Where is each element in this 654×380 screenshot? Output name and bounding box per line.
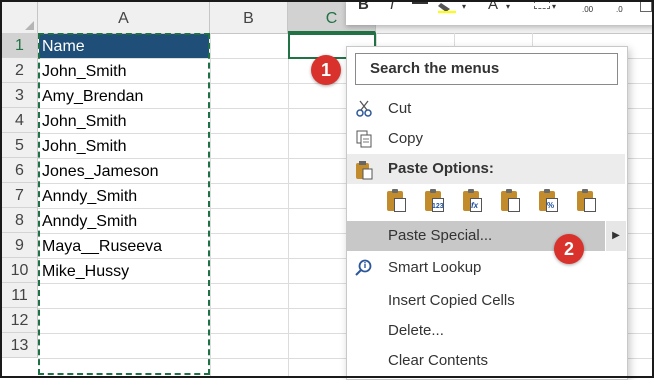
row-header-3[interactable]: 3 — [2, 83, 38, 108]
menu-item-delete[interactable]: Delete... — [347, 316, 625, 346]
menu-item-insert-copied-cells[interactable]: Insert Copied Cells — [347, 286, 625, 316]
menu-item-label: Copy — [388, 130, 424, 147]
row-header-5[interactable]: 5 — [2, 133, 38, 158]
paste-options-row: 123 fx % — [385, 189, 605, 217]
menu-item-cut[interactable]: Cut — [347, 94, 625, 124]
paste-link-icon[interactable] — [575, 189, 599, 215]
row-header-6[interactable]: 6 — [2, 158, 38, 183]
menu-item-label: Insert Copied Cells — [388, 292, 515, 309]
row-header-9[interactable]: 9 — [2, 233, 38, 258]
paste-formulas-icon[interactable]: fx — [461, 189, 485, 215]
search-menus-field[interactable]: Search the menus — [355, 53, 618, 85]
row-header-1[interactable]: 1 — [2, 33, 38, 58]
callout-badge-1: 1 — [311, 55, 341, 85]
menu-item-label: Clear Contents — [388, 352, 489, 369]
paste-options-label: Paste Options: — [388, 160, 494, 177]
decrease-decimal-button[interactable]: .0 — [616, 5, 623, 14]
chevron-down-icon[interactable]: ▾ — [552, 2, 556, 11]
menu-item-label: Cut — [388, 100, 412, 117]
chevron-down-icon[interactable]: ▾ — [506, 2, 510, 11]
context-menu: Search the menus Cut Copy Paste Options:… — [346, 46, 628, 380]
select-all-triangle-icon — [25, 21, 34, 30]
submenu-arrow-icon[interactable]: ▶ — [605, 221, 626, 251]
fill-color-icon[interactable] — [438, 0, 456, 13]
gridline-v — [210, 33, 211, 376]
increase-decimal-button[interactable]: .00 — [582, 5, 593, 14]
row-header-4[interactable]: 4 — [2, 108, 38, 133]
bold-button[interactable]: B — [358, 0, 369, 13]
row-header-8[interactable]: 8 — [2, 208, 38, 233]
column-header-b[interactable]: B — [210, 2, 288, 33]
row-header-2[interactable]: 2 — [2, 58, 38, 83]
menu-item-clear-contents[interactable]: Clear Contents — [347, 346, 625, 376]
clipboard-icon — [355, 160, 373, 180]
paste-formatting-icon[interactable]: % — [537, 189, 561, 215]
font-color-button[interactable]: A — [488, 0, 498, 13]
scissors-icon — [355, 100, 373, 118]
column-header-a[interactable]: A — [38, 2, 210, 33]
italic-button[interactable]: I — [390, 0, 394, 13]
chevron-down-icon[interactable]: ▾ — [462, 2, 466, 11]
row-header-13[interactable]: 13 — [2, 333, 38, 358]
paste-icon[interactable] — [385, 189, 409, 215]
copy-marquee — [38, 33, 210, 375]
format-painter-icon[interactable] — [640, 0, 652, 12]
row-header-11[interactable]: 11 — [2, 283, 38, 308]
menu-item-label: Delete... — [388, 322, 444, 339]
paste-options-header: Paste Options: — [347, 154, 625, 184]
paste-values-icon[interactable]: 123 — [423, 189, 447, 215]
select-all-button[interactable] — [2, 2, 38, 33]
menu-item-smart-lookup[interactable]: Smart Lookup — [347, 253, 625, 283]
copy-icon — [355, 130, 373, 148]
borders-icon[interactable] — [534, 0, 550, 9]
menu-item-label: Paste Special... — [388, 227, 493, 244]
menu-item-copy[interactable]: Copy — [347, 124, 625, 154]
gridline-v — [288, 33, 289, 376]
row-header-7[interactable]: 7 — [2, 183, 38, 208]
row-header-12[interactable]: 12 — [2, 308, 38, 333]
align-center-icon[interactable] — [412, 2, 428, 4]
mini-toolbar: B I ▾ A ▾ ▾ .00 .0 — [346, 0, 654, 25]
menu-item-label: Smart Lookup — [388, 259, 482, 276]
paste-transpose-icon[interactable] — [499, 189, 523, 215]
row-header-10[interactable]: 10 — [2, 258, 38, 283]
callout-badge-2: 2 — [554, 234, 584, 264]
smart-lookup-icon — [355, 259, 373, 277]
